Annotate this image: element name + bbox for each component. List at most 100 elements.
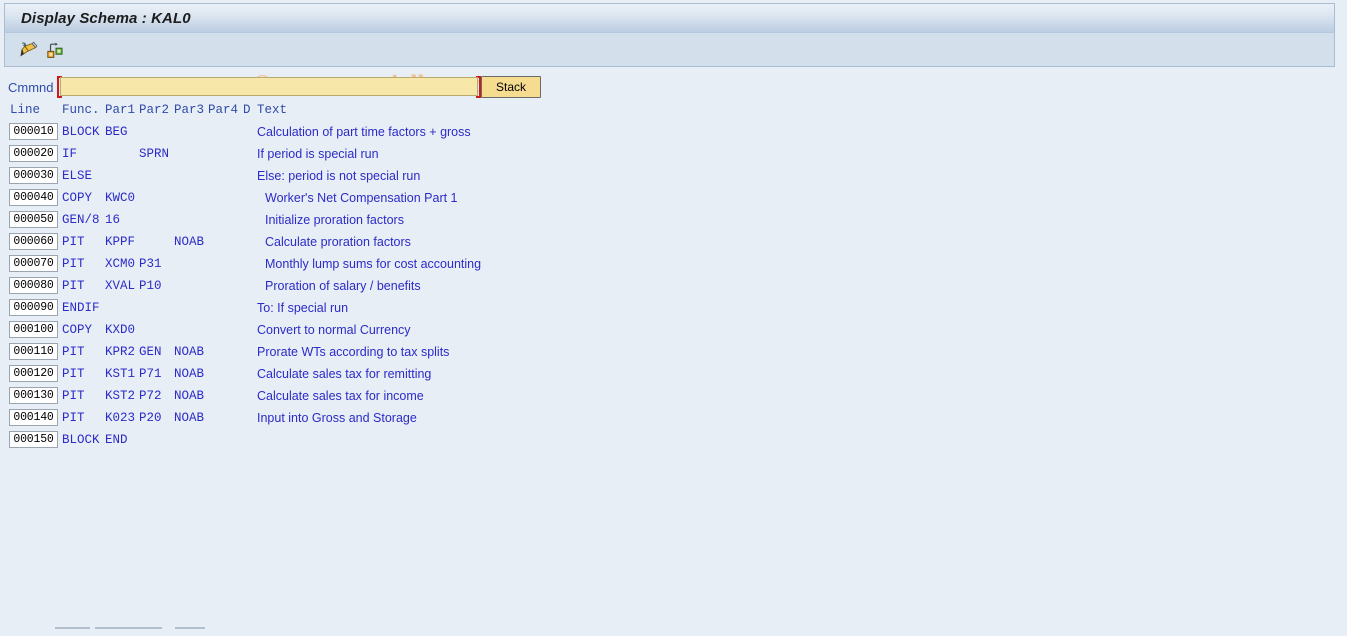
row-line-number[interactable]: 000010	[9, 123, 58, 140]
row-par1[interactable]: KST1	[105, 367, 135, 381]
row-func[interactable]: COPY	[62, 323, 92, 337]
page-title: Display Schema : KAL0	[21, 9, 191, 27]
table-row[interactable]: 000110 PIT KPR2 GEN NOAB Prorate WTs accordin…	[0, 342, 1347, 364]
row-line-number[interactable]: 000030	[9, 167, 58, 184]
table-row[interactable]: 000140 PIT K023 P20 NOAB Input into Gross and…	[0, 408, 1347, 430]
row-func[interactable]: PIT	[62, 389, 85, 403]
row-par3[interactable]: NOAB	[174, 389, 204, 403]
row-line-number[interactable]: 000080	[9, 277, 58, 294]
row-line-number[interactable]: 000140	[9, 409, 58, 426]
column-header-func: Func.	[62, 103, 100, 117]
row-par1[interactable]: KPR2	[105, 345, 135, 359]
row-par1[interactable]: KPPF	[105, 235, 135, 249]
command-input[interactable]	[60, 77, 478, 96]
row-line-number[interactable]: 000070	[9, 255, 58, 272]
row-text[interactable]: If period is special run	[257, 147, 379, 161]
row-text[interactable]: Calculate proration factors	[265, 235, 411, 249]
table-row[interactable]: 000040 COPY KWC0 Worker's Net Compensation …	[0, 188, 1347, 210]
row-par2[interactable]: SPRN	[139, 147, 169, 161]
table-row[interactable]: 000010 BLOCK BEG Calculation of part time f…	[0, 122, 1347, 144]
row-func[interactable]: PIT	[62, 345, 85, 359]
row-text[interactable]: Input into Gross and Storage	[257, 411, 417, 425]
column-header-par2: Par2	[139, 103, 170, 117]
status-bar-segment-1	[55, 627, 90, 629]
row-par2[interactable]: P20	[139, 411, 162, 425]
row-text[interactable]: Calculate sales tax for income	[257, 389, 424, 403]
table-row[interactable]: 000130 PIT KST2 P72 NOAB Calculate sales tax …	[0, 386, 1347, 408]
row-line-number[interactable]: 000130	[9, 387, 58, 404]
table-row[interactable]: 000150 BLOCK END	[0, 430, 1347, 452]
structure-icon[interactable]	[43, 39, 67, 61]
application-toolbar: © www.tutorialkart.com	[4, 32, 1335, 98]
row-func[interactable]: IF	[62, 147, 77, 161]
row-par1[interactable]: KWC0	[105, 191, 135, 205]
row-line-number[interactable]: 000090	[9, 299, 58, 316]
table-row[interactable]: 000100 COPY KXD0 Convert to normal Currency	[0, 320, 1347, 342]
row-func[interactable]: PIT	[62, 411, 85, 425]
row-line-number[interactable]: 000100	[9, 321, 58, 338]
row-par1[interactable]: KST2	[105, 389, 135, 403]
table-row[interactable]: 000050 GEN/8 16 Initialize proration factor…	[0, 210, 1347, 232]
row-par1[interactable]: 16	[105, 213, 120, 227]
row-line-number[interactable]: 000150	[9, 431, 58, 448]
row-par3[interactable]: NOAB	[174, 345, 204, 359]
row-line-number[interactable]: 000020	[9, 145, 58, 162]
table-row[interactable]: 000070 PIT XCM0 P31 Monthly lump sums for co…	[0, 254, 1347, 276]
row-func[interactable]: BLOCK	[62, 433, 100, 447]
row-line-number[interactable]: 000120	[9, 365, 58, 382]
row-par2[interactable]: GEN	[139, 345, 162, 359]
edit-icon[interactable]	[17, 39, 41, 61]
row-par1[interactable]: XCM0	[105, 257, 135, 271]
row-func[interactable]: PIT	[62, 279, 85, 293]
schema-table: Line Func. Par1 Par2 Par3 Par4 D Text 00…	[0, 101, 1347, 452]
table-row[interactable]: 000080 PIT XVAL P10 Proration of salary / be…	[0, 276, 1347, 298]
column-header-text: Text	[257, 103, 288, 117]
row-par1[interactable]: BEG	[105, 125, 128, 139]
row-line-number[interactable]: 000040	[9, 189, 58, 206]
column-header-par1: Par1	[105, 103, 136, 117]
stack-button[interactable]: Stack	[481, 76, 541, 98]
table-row[interactable]: 000120 PIT KST1 P71 NOAB Calculate sales tax …	[0, 364, 1347, 386]
row-text[interactable]: Convert to normal Currency	[257, 323, 411, 337]
row-func[interactable]: PIT	[62, 257, 85, 271]
row-text[interactable]: Proration of salary / benefits	[265, 279, 421, 293]
command-field-wrapper	[57, 76, 481, 98]
column-header-par3: Par3	[174, 103, 205, 117]
row-text[interactable]: Worker's Net Compensation Part 1	[265, 191, 458, 205]
row-func[interactable]: GEN/8	[62, 213, 100, 227]
row-par2[interactable]: P31	[139, 257, 162, 271]
row-line-number[interactable]: 000060	[9, 233, 58, 250]
table-row[interactable]: 000030 ELSE Else: period is not special ru…	[0, 166, 1347, 188]
table-row[interactable]: 000060 PIT KPPF NOAB Calculate proration fac…	[0, 232, 1347, 254]
row-text[interactable]: Else: period is not special run	[257, 169, 420, 183]
row-par2[interactable]: P10	[139, 279, 162, 293]
row-func[interactable]: PIT	[62, 367, 85, 381]
row-func[interactable]: ENDIF	[62, 301, 100, 315]
table-row[interactable]: 000020 IF SPRN If period is special run	[0, 144, 1347, 166]
row-func[interactable]: PIT	[62, 235, 85, 249]
row-par1[interactable]: KXD0	[105, 323, 135, 337]
row-text[interactable]: Initialize proration factors	[265, 213, 404, 227]
row-text[interactable]: Calculation of part time factors + gross	[257, 125, 471, 139]
row-line-number[interactable]: 000050	[9, 211, 58, 228]
row-par2[interactable]: P71	[139, 367, 162, 381]
row-text[interactable]: Calculate sales tax for remitting	[257, 367, 431, 381]
row-text[interactable]: To: If special run	[257, 301, 348, 315]
row-line-number[interactable]: 000110	[9, 343, 58, 360]
row-par2[interactable]: P72	[139, 389, 162, 403]
row-par1[interactable]: END	[105, 433, 128, 447]
column-header-d: D	[243, 103, 251, 117]
table-row[interactable]: 000090 ENDIF To: If special run	[0, 298, 1347, 320]
row-par3[interactable]: NOAB	[174, 235, 204, 249]
row-text[interactable]: Prorate WTs according to tax splits	[257, 345, 449, 359]
row-text[interactable]: Monthly lump sums for cost accounting	[265, 257, 481, 271]
row-func[interactable]: COPY	[62, 191, 92, 205]
column-header-par4: Par4	[208, 103, 239, 117]
status-bar-segment-2	[95, 627, 162, 629]
row-par3[interactable]: NOAB	[174, 411, 204, 425]
row-func[interactable]: BLOCK	[62, 125, 100, 139]
row-func[interactable]: ELSE	[62, 169, 92, 183]
row-par1[interactable]: XVAL	[105, 279, 135, 293]
row-par1[interactable]: K023	[105, 411, 135, 425]
row-par3[interactable]: NOAB	[174, 367, 204, 381]
